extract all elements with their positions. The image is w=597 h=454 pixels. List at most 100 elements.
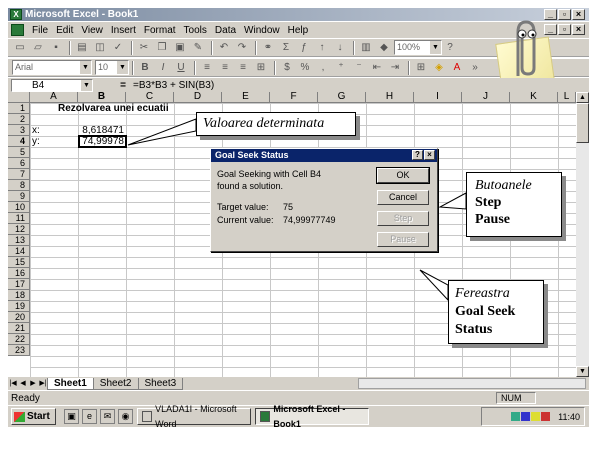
desktop-icon[interactable]: ▣ [64, 409, 79, 424]
row-header[interactable]: 19 [8, 301, 30, 312]
row-header[interactable]: 11 [8, 213, 30, 224]
borders-icon[interactable]: ⊞ [413, 60, 429, 75]
cell-b4-selected[interactable]: 74,99978 [78, 135, 127, 148]
row-header[interactable]: 6 [8, 158, 30, 169]
ok-button[interactable]: OK [377, 168, 429, 183]
decrease-decimal-icon[interactable]: ⁻ [351, 60, 367, 75]
menu-help[interactable]: Help [284, 25, 313, 36]
row-header[interactable]: 21 [8, 323, 30, 334]
row-header[interactable]: 10 [8, 202, 30, 213]
workbook-close-button[interactable]: × [572, 24, 585, 35]
row-header[interactable]: 8 [8, 180, 30, 191]
formula-input[interactable]: =B3*B3 + SIN(B3) [133, 80, 214, 91]
align-right-icon[interactable]: ≡ [235, 60, 251, 75]
chevron-down-icon[interactable]: ▼ [81, 79, 92, 91]
print-icon[interactable]: ▤ [74, 40, 90, 55]
first-sheet-icon[interactable]: |◀ [8, 378, 18, 389]
row-header[interactable]: 5 [8, 147, 30, 158]
scroll-thumb[interactable] [576, 103, 589, 143]
sort-ascending-icon[interactable]: ↑ [314, 40, 330, 55]
zoom-combo[interactable]: 100% ▼ [394, 40, 442, 55]
menu-view[interactable]: View [77, 25, 107, 36]
increase-decimal-icon[interactable]: ⁺ [333, 60, 349, 75]
prev-sheet-icon[interactable]: ◀ [18, 378, 28, 389]
bold-button[interactable]: B [137, 60, 153, 75]
column-header[interactable]: G [318, 92, 366, 103]
column-header[interactable]: I [414, 92, 462, 103]
function-icon[interactable]: ƒ [296, 40, 312, 55]
font-size-combo[interactable]: 10 ▼ [95, 60, 129, 75]
row-header[interactable]: 2 [8, 114, 30, 125]
print-preview-icon[interactable]: ◫ [92, 40, 108, 55]
currency-icon[interactable]: $ [279, 60, 295, 75]
help-button[interactable]: ? [412, 150, 423, 160]
next-sheet-icon[interactable]: ▶ [28, 378, 38, 389]
row-header[interactable]: 18 [8, 290, 30, 301]
row-header[interactable]: 20 [8, 312, 30, 323]
cancel-button[interactable]: Cancel [377, 190, 429, 205]
channels-icon[interactable]: ◉ [118, 409, 133, 424]
scroll-up-icon[interactable]: ▲ [576, 92, 589, 103]
network-icon[interactable] [511, 412, 521, 421]
dialog-close-button[interactable]: × [424, 150, 435, 160]
task-excel[interactable]: Microsoft Excel - Book1 [255, 404, 369, 429]
row-header[interactable]: 16 [8, 268, 30, 279]
row-header[interactable]: 9 [8, 191, 30, 202]
open-icon[interactable]: ▱ [30, 40, 46, 55]
row-header[interactable]: 1 [8, 103, 30, 114]
row-header[interactable]: 23 [8, 345, 30, 356]
row-header[interactable]: 14 [8, 246, 30, 257]
chevron-down-icon[interactable]: ▼ [80, 61, 91, 74]
menu-edit[interactable]: Edit [52, 25, 77, 36]
decrease-indent-icon[interactable]: ⇤ [369, 60, 385, 75]
outlook-icon[interactable]: ✉ [100, 409, 115, 424]
column-header[interactable]: F [270, 92, 318, 103]
column-header[interactable]: C [126, 92, 174, 103]
chevron-down-icon[interactable]: ▼ [430, 41, 441, 54]
menu-tools[interactable]: Tools [180, 25, 211, 36]
workbook-restore-button[interactable]: ▫ [558, 24, 571, 35]
row-header[interactable]: 22 [8, 334, 30, 345]
spelling-icon[interactable]: ✓ [110, 40, 126, 55]
language-icon[interactable] [521, 412, 531, 421]
row-header[interactable]: 7 [8, 169, 30, 180]
menu-format[interactable]: Format [140, 25, 180, 36]
align-left-icon[interactable]: ≡ [199, 60, 215, 75]
start-button[interactable]: Start [11, 408, 56, 425]
menu-window[interactable]: Window [240, 25, 284, 36]
increase-indent-icon[interactable]: ⇥ [387, 60, 403, 75]
column-header[interactable]: L [558, 92, 576, 103]
task-word[interactable]: VLADA1I - Microsoft Word [137, 404, 251, 429]
help-icon[interactable]: ? [442, 40, 458, 55]
workbook-icon[interactable] [11, 24, 24, 36]
font-name-combo[interactable]: Arial ▼ [12, 60, 92, 75]
scroll-down-icon[interactable]: ▼ [576, 366, 589, 377]
tab-sheet1[interactable]: Sheet1 [47, 377, 94, 390]
column-header[interactable]: B [78, 92, 126, 103]
antivirus-icon[interactable] [541, 412, 551, 421]
column-header[interactable]: K [510, 92, 558, 103]
underline-button[interactable]: U [173, 60, 189, 75]
save-icon[interactable]: ▪ [48, 40, 64, 55]
row-header[interactable]: 15 [8, 257, 30, 268]
formula-equals-icon[interactable]: = [115, 80, 131, 91]
maximize-button[interactable]: ▫ [558, 9, 571, 20]
select-all-corner[interactable] [8, 92, 30, 103]
dialog-titlebar[interactable]: Goal Seek Status ? × [211, 149, 437, 162]
drawing-icon[interactable]: ◆ [376, 40, 392, 55]
column-header[interactable]: J [462, 92, 510, 103]
row-header[interactable]: 3 [8, 125, 30, 136]
row-header[interactable]: 12 [8, 224, 30, 235]
internet-explorer-icon[interactable]: e [82, 409, 97, 424]
column-header[interactable]: E [222, 92, 270, 103]
align-center-icon[interactable]: ≡ [217, 60, 233, 75]
horizontal-scrollbar[interactable] [358, 378, 586, 389]
undo-icon[interactable]: ↶ [216, 40, 232, 55]
fill-color-icon[interactable]: ◈ [431, 60, 447, 75]
tab-sheet2[interactable]: Sheet2 [92, 377, 139, 390]
comma-style-icon[interactable]: , [315, 60, 331, 75]
scheduler-icon[interactable] [531, 412, 541, 421]
clock[interactable]: 11:40 [558, 412, 580, 422]
vertical-scrollbar[interactable]: ▲ ▼ [576, 92, 589, 377]
row-header[interactable]: 17 [8, 279, 30, 290]
